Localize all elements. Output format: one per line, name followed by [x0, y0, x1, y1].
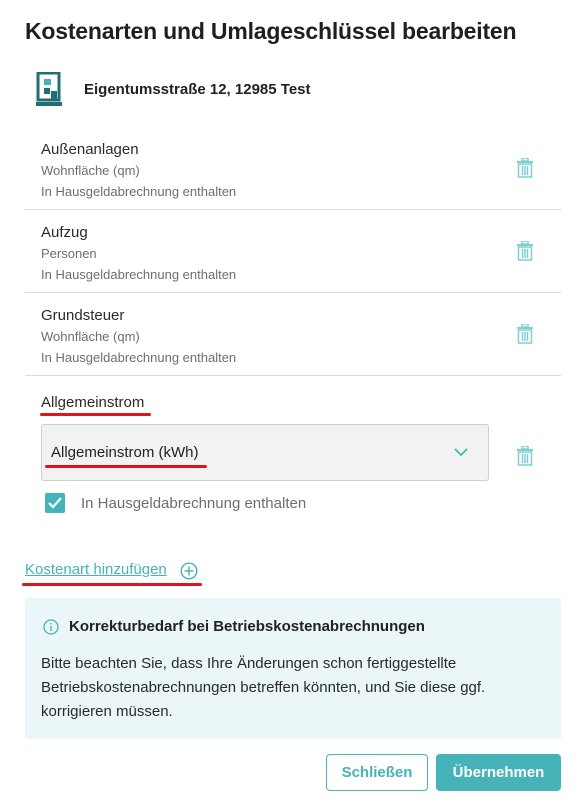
cost-type-name: Außenanlagen [41, 141, 139, 158]
chevron-down-icon [454, 448, 468, 457]
add-cost-type-link[interactable]: Kostenart hinzufügen [25, 561, 167, 578]
editing-cost-type-name: Allgemeinstrom [41, 394, 145, 411]
cost-type-row: Außenanlagen Wohnfläche (qm) In Hausgeld… [25, 127, 561, 210]
allocation-key-value: Allgemeinstrom (kWh) [51, 444, 199, 461]
cost-type-key: Wohnfläche (qm) [41, 329, 140, 344]
dialog-title: Kostenarten und Umlageschlüssel bearbeit… [25, 18, 517, 44]
cost-type-included: In Hausgeldabrechnung enthalten [41, 184, 237, 199]
trash-icon[interactable] [516, 324, 534, 344]
cost-type-key: Personen [41, 246, 97, 261]
checkmark-icon [48, 497, 62, 509]
building-icon [36, 72, 62, 106]
annotation-underline [40, 413, 151, 416]
annotation-underline [45, 465, 207, 468]
cost-type-row: Grundsteuer Wohnfläche (qm) In Hausgelda… [25, 293, 561, 376]
property-header: Eigentumsstraße 12, 12985 Test [36, 72, 311, 106]
included-checkbox[interactable] [45, 493, 65, 513]
cost-type-row: Aufzug Personen In Hausgeldabrechnung en… [25, 210, 561, 293]
cost-type-included: In Hausgeldabrechnung enthalten [41, 350, 237, 365]
apply-button[interactable]: Übernehmen [436, 754, 561, 791]
cost-type-included: In Hausgeldabrechnung enthalten [41, 267, 237, 282]
trash-icon[interactable] [516, 158, 534, 178]
property-address: Eigentumsstraße 12, 12985 Test [84, 80, 311, 98]
cost-type-name: Aufzug [41, 224, 88, 241]
close-button[interactable]: Schließen [326, 754, 428, 791]
info-text: Bitte beachten Sie, dass Ihre Änderungen… [41, 655, 486, 720]
trash-icon[interactable] [516, 241, 534, 261]
trash-icon[interactable] [516, 446, 534, 466]
allocation-key-select[interactable]: Allgemeinstrom (kWh) [41, 424, 489, 481]
info-icon [43, 619, 59, 635]
cost-type-name: Grundsteuer [41, 307, 125, 324]
cost-type-key: Wohnfläche (qm) [41, 163, 140, 178]
info-box: Korrekturbedarf bei Betriebskostenabrech… [25, 598, 561, 739]
plus-circle-icon[interactable] [180, 562, 198, 580]
info-title: Korrekturbedarf bei Betriebskostenabrech… [69, 618, 425, 635]
included-checkbox-label: In Hausgeldabrechnung enthalten [81, 495, 307, 512]
annotation-underline [22, 583, 202, 586]
